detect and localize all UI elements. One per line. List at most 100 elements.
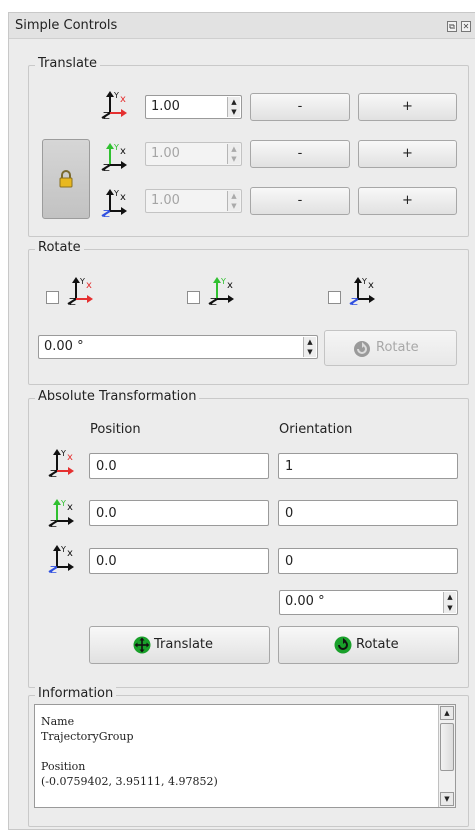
svg-text:Y: Y <box>361 277 367 286</box>
svg-text:Y: Y <box>79 277 85 286</box>
lock-button[interactable] <box>42 139 90 219</box>
panel-titlebar: Simple Controls ⧉ ✕ <box>9 13 475 39</box>
rotate-z-checkbox[interactable] <box>328 291 341 304</box>
lock-icon <box>59 170 73 188</box>
abs-axis-y-icon: Y x Z <box>48 499 74 527</box>
position-x-field[interactable]: 0.0 <box>89 453 269 479</box>
translate-x-minus-button[interactable]: - <box>250 93 350 121</box>
rotate-axis-z-icon: Y x Z <box>349 277 375 305</box>
rotate-button[interactable]: Rotate <box>324 330 457 366</box>
svg-text:x: x <box>67 452 73 463</box>
svg-text:x: x <box>120 146 126 157</box>
rotate-icon <box>334 636 352 654</box>
translate-y-stepper[interactable]: ▲ ▼ <box>227 144 240 164</box>
svg-text:Z: Z <box>50 469 57 477</box>
svg-text:x: x <box>227 280 233 291</box>
panel-title: Simple Controls <box>15 18 118 33</box>
rotate-icon <box>354 341 370 357</box>
position-y-field[interactable]: 0.0 <box>89 500 269 526</box>
info-line <box>41 744 218 759</box>
translate-z-plus-button[interactable]: + <box>358 187 457 215</box>
translate-z-stepper[interactable]: ▲ ▼ <box>227 191 240 211</box>
rotate-axis-x-icon: Y x Z <box>67 277 93 305</box>
rotate-group-title: Rotate <box>35 240 84 255</box>
svg-text:x: x <box>86 280 92 291</box>
translate-group-title: Translate <box>35 56 101 71</box>
svg-text:x: x <box>368 280 374 291</box>
absolute-group-title: Absolute Transformation <box>35 389 200 404</box>
translate-z-spinbox[interactable]: 1.00 ▲ ▼ <box>145 189 242 213</box>
information-lines: Name TrajectoryGroup Position (-0.075940… <box>41 714 218 789</box>
information-group-title: Information <box>35 686 117 701</box>
info-line: Position <box>41 760 86 773</box>
svg-text:Y: Y <box>60 499 66 508</box>
orientation-z-value: 0 <box>285 554 294 569</box>
translate-x-stepper[interactable]: ▲ ▼ <box>227 97 240 117</box>
svg-text:x: x <box>120 94 126 105</box>
svg-text:Z: Z <box>351 297 358 305</box>
translate-x-spinbox[interactable]: 1.00 ▲ ▼ <box>145 95 242 119</box>
absolute-rotate-button[interactable]: Rotate <box>278 626 459 664</box>
absolute-translate-button[interactable]: Translate <box>89 626 270 664</box>
svg-text:Y: Y <box>60 545 66 554</box>
position-z-field[interactable]: 0.0 <box>89 548 269 574</box>
position-z-value: 0.0 <box>96 554 117 569</box>
translate-z-value: 1.00 <box>151 193 180 208</box>
svg-text:Z: Z <box>50 565 57 573</box>
absolute-translate-label: Translate <box>154 637 214 652</box>
abs-axis-x-icon: Y x Z <box>48 449 74 477</box>
absolute-angle-spinbox[interactable]: 0.00 ° ▲ ▼ <box>279 590 458 615</box>
orientation-x-value: 1 <box>285 459 294 474</box>
translate-z-minus-button[interactable]: - <box>250 187 350 215</box>
absolute-rotate-label: Rotate <box>356 637 399 652</box>
rotate-y-checkbox[interactable] <box>187 291 200 304</box>
translate-x-value: 1.00 <box>151 99 180 114</box>
scroll-thumb[interactable] <box>440 723 454 771</box>
rotate-angle-spinbox[interactable]: 0.00 ° ▲ ▼ <box>38 335 318 359</box>
svg-text:Y: Y <box>220 277 226 286</box>
info-scrollbar[interactable]: ▲ ▼ <box>438 705 455 807</box>
svg-text:Y: Y <box>60 449 66 458</box>
rotate-button-label: Rotate <box>376 340 419 355</box>
info-line: TrajectoryGroup <box>41 730 134 743</box>
translate-y-spinbox[interactable]: 1.00 ▲ ▼ <box>145 142 242 166</box>
abs-axis-z-icon: Y x Z <box>48 545 74 573</box>
svg-text:x: x <box>120 192 126 203</box>
absolute-angle-value: 0.00 ° <box>285 594 325 609</box>
orientation-z-field[interactable]: 0 <box>278 548 458 574</box>
move-icon <box>133 636 151 654</box>
translate-x-plus-button[interactable]: + <box>358 93 457 121</box>
svg-text:Y: Y <box>113 143 119 152</box>
orientation-header: Orientation <box>279 422 353 437</box>
scroll-up-arrow[interactable]: ▲ <box>440 706 454 720</box>
rotate-angle-value: 0.00 ° <box>44 339 84 354</box>
orientation-x-field[interactable]: 1 <box>278 453 458 479</box>
rotate-angle-stepper[interactable]: ▲ ▼ <box>303 337 316 357</box>
absolute-angle-stepper[interactable]: ▲ ▼ <box>443 592 456 613</box>
close-icon[interactable]: ✕ <box>461 21 471 32</box>
info-line: Name <box>41 715 75 728</box>
axis-z-icon: Y x Z <box>101 189 127 217</box>
information-text-area[interactable]: Name TrajectoryGroup Position (-0.075940… <box>34 704 456 808</box>
orientation-y-value: 0 <box>285 506 294 521</box>
svg-text:Z: Z <box>69 297 76 305</box>
svg-text:x: x <box>67 502 73 513</box>
svg-text:Z: Z <box>210 297 217 305</box>
svg-text:Z: Z <box>103 209 110 217</box>
svg-text:Y: Y <box>113 91 119 100</box>
orientation-y-field[interactable]: 0 <box>278 500 458 526</box>
svg-text:Z: Z <box>103 111 110 119</box>
translate-y-minus-button[interactable]: - <box>250 140 350 168</box>
svg-text:x: x <box>67 548 73 559</box>
svg-text:Y: Y <box>113 189 119 198</box>
svg-text:Z: Z <box>103 163 110 171</box>
svg-text:Z: Z <box>50 519 57 527</box>
float-icon[interactable]: ⧉ <box>447 21 457 32</box>
scroll-down-arrow[interactable]: ▼ <box>440 792 454 806</box>
position-x-value: 0.0 <box>96 459 117 474</box>
translate-y-plus-button[interactable]: + <box>358 140 457 168</box>
rotate-axis-y-icon: Y x Z <box>208 277 234 305</box>
translate-y-value: 1.00 <box>151 146 180 161</box>
info-line: (-0.0759402, 3.95111, 4.97852) <box>41 775 218 788</box>
rotate-x-checkbox[interactable] <box>46 291 59 304</box>
